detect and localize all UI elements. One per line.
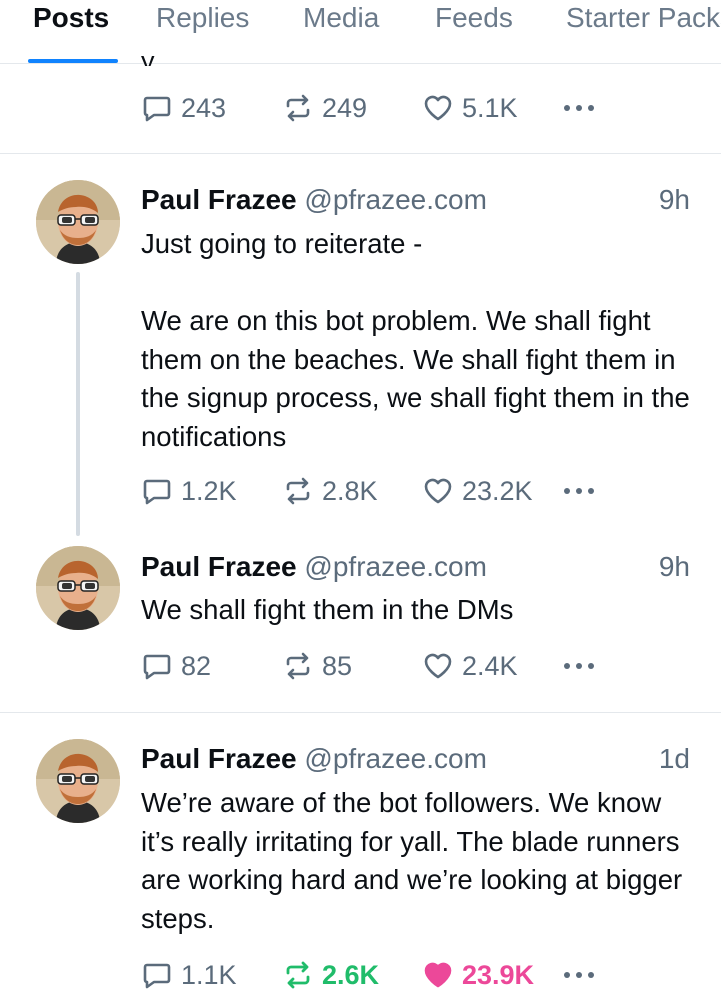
post-text: We’re aware of the bot followers. We kno… xyxy=(141,787,690,934)
author-handle[interactable]: @pfrazee.com xyxy=(304,743,487,774)
repost-icon xyxy=(286,961,310,989)
post-divider xyxy=(0,153,721,154)
repost-count: 2.8K xyxy=(322,475,378,506)
author-name[interactable]: Paul Frazee xyxy=(141,184,297,215)
post-timestamp[interactable]: 9h xyxy=(659,550,690,584)
author-name[interactable]: Paul Frazee xyxy=(141,743,297,774)
repost-icon xyxy=(286,477,310,505)
author-handle[interactable]: @pfrazee.com xyxy=(304,184,487,215)
like-icon xyxy=(424,478,452,504)
repost-icon xyxy=(286,652,310,680)
repost-count: 85 xyxy=(322,650,353,681)
post-text: Just going to reiterate - We are on this… xyxy=(141,228,690,452)
like-icon xyxy=(424,962,452,988)
profile-tab-bar: Posts Replies Media Feeds Starter Packs xyxy=(0,0,721,64)
tab-replies[interactable]: Replies xyxy=(156,0,249,63)
post-actions: 1.1K 2.6K 23.9K xyxy=(141,957,611,993)
like-icon xyxy=(424,653,452,679)
like-button[interactable]: 23.2K xyxy=(422,473,533,509)
reply-button[interactable]: 1.2K xyxy=(141,473,237,509)
post-timestamp[interactable]: 1d xyxy=(659,742,690,776)
more-options-button[interactable] xyxy=(561,957,601,993)
post-actions: 82 85 2.4K xyxy=(141,648,611,684)
avatar[interactable] xyxy=(36,739,120,823)
repost-button[interactable]: 2.8K xyxy=(282,473,378,509)
post-author: Paul Frazee @pfrazee.com xyxy=(141,550,487,584)
like-count: 5.1K xyxy=(462,92,518,123)
author-handle[interactable]: @pfrazee.com xyxy=(304,551,487,582)
repost-count: 249 xyxy=(322,92,368,123)
more-icon xyxy=(564,488,594,494)
reply-count: 82 xyxy=(181,650,212,681)
reply-count: 1.1K xyxy=(181,959,237,990)
like-count: 23.9K xyxy=(462,959,535,990)
like-count: 2.4K xyxy=(462,650,518,681)
avatar[interactable] xyxy=(36,180,120,264)
more-options-button[interactable] xyxy=(561,90,601,126)
post-author: Paul Frazee @pfrazee.com xyxy=(141,742,487,776)
like-icon xyxy=(424,95,452,121)
repost-count: 2.6K xyxy=(322,959,380,990)
reply-icon xyxy=(143,963,171,989)
more-icon xyxy=(564,663,594,669)
reply-button[interactable]: 243 xyxy=(141,90,226,126)
avatar[interactable] xyxy=(36,546,120,630)
author-name[interactable]: Paul Frazee xyxy=(141,551,297,582)
reply-button[interactable]: 82 xyxy=(141,648,211,684)
more-icon xyxy=(564,972,594,978)
tab-posts[interactable]: Posts xyxy=(33,0,109,63)
repost-icon xyxy=(286,94,310,122)
tab-starter-packs[interactable]: Starter Packs xyxy=(566,0,721,63)
tab-media[interactable]: Media xyxy=(303,0,379,63)
reply-count: 1.2K xyxy=(181,475,237,506)
repost-button[interactable]: 249 xyxy=(282,90,367,126)
reply-icon xyxy=(143,654,171,680)
thread-line xyxy=(76,272,80,536)
post-actions: 243 249 5.1K xyxy=(141,90,611,126)
reply-icon xyxy=(143,479,171,505)
reply-button[interactable]: 1.1K xyxy=(141,957,237,993)
partial-post-text: y xyxy=(141,56,155,66)
post-timestamp[interactable]: 9h xyxy=(659,183,690,217)
post-actions: 1.2K 2.8K 23.2K xyxy=(141,473,611,509)
repost-button[interactable]: 85 xyxy=(282,648,352,684)
like-button[interactable]: 2.4K xyxy=(422,648,518,684)
like-button[interactable]: 5.1K xyxy=(422,90,518,126)
like-count: 23.2K xyxy=(462,475,533,506)
post-divider xyxy=(0,712,721,713)
active-tab-indicator xyxy=(28,59,118,63)
repost-button[interactable]: 2.6K xyxy=(282,957,379,993)
more-options-button[interactable] xyxy=(561,473,601,509)
post-author: Paul Frazee @pfrazee.com xyxy=(141,183,487,217)
avatar-image xyxy=(36,739,120,823)
more-options-button[interactable] xyxy=(561,648,601,684)
more-icon xyxy=(564,105,594,111)
like-button[interactable]: 23.9K xyxy=(422,957,534,993)
avatar-image xyxy=(36,546,120,630)
avatar-image xyxy=(36,180,120,264)
tab-feeds[interactable]: Feeds xyxy=(435,0,513,63)
post-text: We shall fight them in the DMs xyxy=(141,594,514,625)
reply-count: 243 xyxy=(181,92,227,123)
reply-icon xyxy=(143,96,171,122)
